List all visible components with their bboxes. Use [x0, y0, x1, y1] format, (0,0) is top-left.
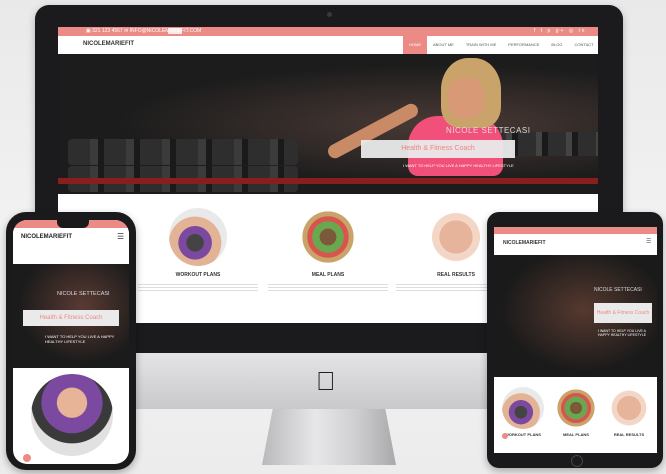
hero-title: Health & Fitness Coach: [39, 315, 103, 321]
hero-title: Health & Fitness Coach: [401, 145, 475, 152]
phone-notch: [57, 220, 89, 228]
tablet-brand[interactable]: NICOLEMARIEFIT: [503, 240, 546, 246]
hero-banner: NICOLE SETTECASI Health & Fitness Coach …: [58, 54, 598, 194]
hero-name: NICOLE SETTECASI: [594, 287, 642, 293]
workout-image: [502, 387, 544, 429]
social-icons[interactable]: f t p g+ ◎ in: [534, 28, 586, 34]
results-image: [427, 208, 485, 266]
apple-logo-icon: : [316, 366, 336, 397]
tablet-hero: NICOLE SETTECASI Health & Fitness Coach …: [494, 255, 657, 377]
gym-floor: [58, 178, 598, 184]
tablet-screen: NICOLEMARIEFIT ☰ NICOLE SETTECASI Health…: [494, 227, 657, 453]
hero-name: NICOLE SETTECASI: [57, 291, 110, 297]
hero-title-box: Health & Fitness Coach: [361, 140, 515, 158]
scroll-button[interactable]: [23, 454, 31, 462]
camera-icon: [327, 12, 332, 17]
service-results[interactable]: REAL RESULTS: [602, 387, 656, 437]
results-image: [608, 387, 650, 429]
contact-info: ▣ 321 123 4567 ✉ INFO@NICOLEMARIEFIT.COM: [86, 28, 202, 34]
dumbbell-rack: [68, 139, 298, 165]
desktop-navbar: NICOLEMARIEFIT HOME ABOUT ME TRAIN WITH …: [58, 36, 598, 55]
nav-item-about[interactable]: ABOUT ME: [427, 36, 460, 54]
service-label: REAL RESULTS: [613, 432, 645, 437]
nav-item-blog[interactable]: BLOG: [545, 36, 568, 54]
hero-tagline: I WANT TO HELP YOU LIVE A HAPPY HEALTHY …: [403, 163, 514, 168]
workout-image: [169, 208, 227, 266]
menu-icon[interactable]: ☰: [117, 232, 124, 241]
phone-brand[interactable]: NICOLEMARIEFIT: [21, 234, 72, 240]
imac-stand: [262, 409, 396, 465]
site-brand[interactable]: NICOLEMARIEFIT: [83, 41, 134, 47]
tablet-status-bar: [494, 227, 657, 234]
phone-screen: NICOLEMARIEFIT ☰ NICOLE SETTECASI Health…: [13, 220, 129, 464]
service-meals[interactable]: MEAL PLANS: [549, 387, 603, 437]
tablet-home-button: [571, 455, 583, 467]
hero-title: Health & Fitness Coach: [596, 310, 650, 316]
hero-title-box: Health & Fitness Coach: [594, 303, 652, 323]
nav-item-contact[interactable]: CONTACT: [569, 36, 598, 54]
phone-hero: NICOLE SETTECASI Health & Fitness Coach …: [13, 264, 129, 368]
topbar-button[interactable]: [168, 28, 182, 34]
nav-item-performance[interactable]: PERFORMANCE: [502, 36, 545, 54]
meals-image: [555, 387, 597, 429]
hero-photo-face: [448, 78, 484, 118]
meals-image: [299, 208, 357, 266]
hero-tagline: I WANT TO HELP YOU LIVE A HAPPY HEALTHY …: [598, 329, 647, 337]
main-nav: HOME ABOUT ME TRAIN WITH ME PERFORMANCE …: [403, 36, 598, 54]
nav-item-home[interactable]: HOME: [403, 36, 427, 54]
hero-tagline: I WANT TO HELP YOU LIVE A HAPPY HEALTHY …: [45, 334, 115, 344]
service-workout[interactable]: WORKOUT PLANS: [496, 387, 550, 437]
nav-item-train[interactable]: TRAIN WITH ME: [460, 36, 502, 54]
desktop-topbar: ▣ 321 123 4567 ✉ INFO@NICOLEMARIEFIT.COM…: [58, 27, 598, 36]
hero-name: NICOLE SETTECASI: [446, 126, 531, 135]
scroll-button[interactable]: [502, 433, 508, 439]
workout-image[interactable]: [31, 374, 113, 456]
service-label: MEAL PLANS: [563, 432, 589, 437]
hero-title-box: Health & Fitness Coach: [23, 310, 119, 326]
menu-icon[interactable]: ☰: [646, 238, 651, 245]
